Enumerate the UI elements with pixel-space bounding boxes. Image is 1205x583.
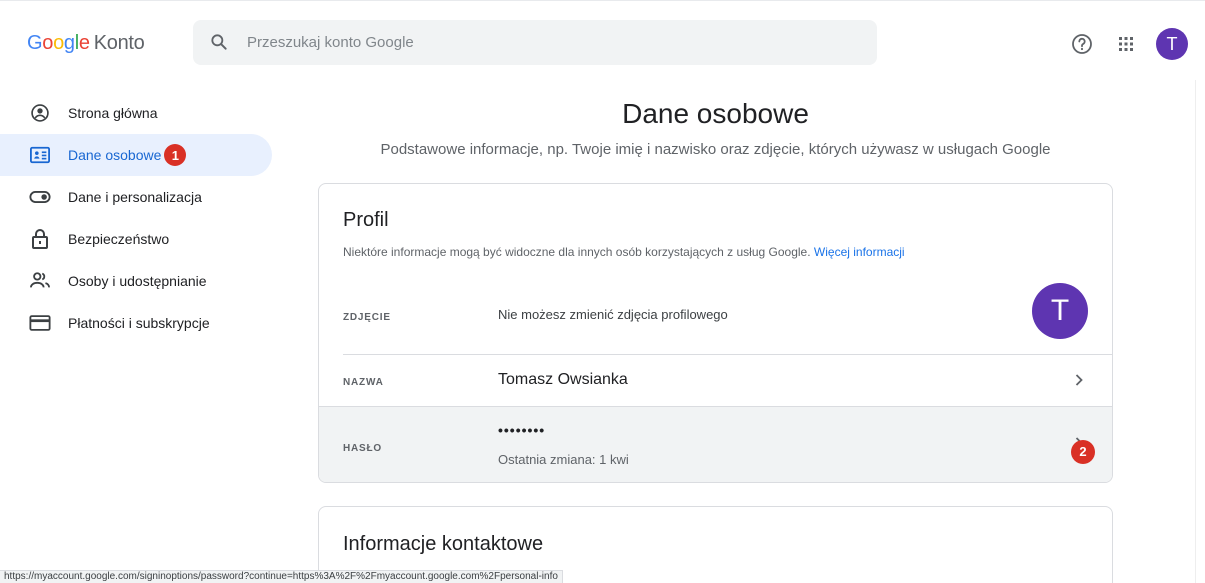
sidebar-item-personal-info[interactable]: Dane osobowe 1: [0, 134, 272, 176]
page-subtitle: Podstawowe informacje, np. Twoje imię i …: [380, 141, 1051, 158]
annotation-badge: 2: [1071, 440, 1095, 464]
profile-card-description: Niektóre informacje mogą być widoczne dl…: [343, 245, 905, 259]
photo-row: ZDJĘCIE Nie możesz zmienić zdjęcia profi…: [319, 270, 1112, 354]
page-scrollbar[interactable]: [1195, 80, 1205, 583]
sidebar-item-label: Strona główna: [68, 105, 158, 121]
sidebar-item-label: Osoby i udostępnianie: [68, 273, 207, 289]
name-value: Tomasz Owsianka: [498, 371, 628, 388]
browser-status-url: https://myaccount.google.com/signinoptio…: [0, 570, 563, 583]
sidebar-item-home[interactable]: Strona główna: [0, 92, 272, 134]
help-icon[interactable]: [1070, 32, 1094, 56]
account-avatar[interactable]: T: [1156, 28, 1188, 60]
profile-card: Profil Niektóre informacje mogą być wido…: [318, 183, 1113, 483]
lock-icon: [28, 227, 52, 251]
photo-label: ZDJĘCIE: [343, 312, 391, 323]
chevron-right-icon: [1075, 374, 1083, 386]
password-last-changed: Ostatnia zmiana: 1 kwi: [498, 452, 629, 467]
sidebar-item-security[interactable]: Bezpieczeństwo: [0, 218, 272, 260]
search-input[interactable]: [247, 20, 847, 65]
annotation-badge: 1: [164, 144, 187, 166]
contact-card-title: Informacje kontaktowe: [343, 533, 544, 555]
profile-card-title: Profil: [343, 209, 389, 231]
id-card-icon: [28, 143, 52, 167]
credit-card-icon: [28, 311, 52, 335]
google-konto-logo[interactable]: Google Konto: [27, 32, 145, 55]
sidebar-item-label: Dane osobowe: [68, 147, 162, 163]
password-label: HASŁO: [343, 443, 382, 454]
password-row[interactable]: HASŁO •••••••• Ostatnia zmiana: 1 kwi 2: [319, 407, 1112, 482]
top-border: [0, 0, 1205, 1]
person-circle-icon: [28, 101, 52, 125]
toggle-icon: [28, 185, 52, 209]
sidebar-item-data-personalization[interactable]: Dane i personalizacja: [0, 176, 272, 218]
sidebar-nav: Strona główna Dane osobowe 1 Dane i pers…: [0, 92, 280, 344]
profile-avatar: T: [1032, 283, 1088, 339]
apps-grid-icon[interactable]: [1114, 32, 1138, 56]
name-label: NAZWA: [343, 377, 384, 388]
sidebar-item-label: Płatności i subskrypcje: [68, 315, 210, 331]
password-value: ••••••••: [498, 422, 546, 438]
photo-value: Nie możesz zmienić zdjęcia profilowego: [498, 307, 728, 322]
page-title: Dane osobowe: [622, 98, 809, 129]
sidebar-item-label: Dane i personalizacja: [68, 189, 202, 205]
sidebar-item-label: Bezpieczeństwo: [68, 231, 170, 247]
logo-product-name: Konto: [93, 32, 145, 54]
name-row[interactable]: NAZWA Tomasz Owsianka: [319, 355, 1112, 407]
search-bar[interactable]: [193, 20, 877, 65]
more-info-link[interactable]: Więcej informacji: [814, 245, 905, 259]
people-icon: [28, 269, 52, 293]
header: GoogleKonto T: [0, 8, 1205, 80]
search-icon[interactable]: [209, 32, 229, 52]
sidebar-item-people-sharing[interactable]: Osoby i udostępnianie: [0, 260, 272, 302]
sidebar-item-payments[interactable]: Płatności i subskrypcje: [0, 302, 272, 344]
